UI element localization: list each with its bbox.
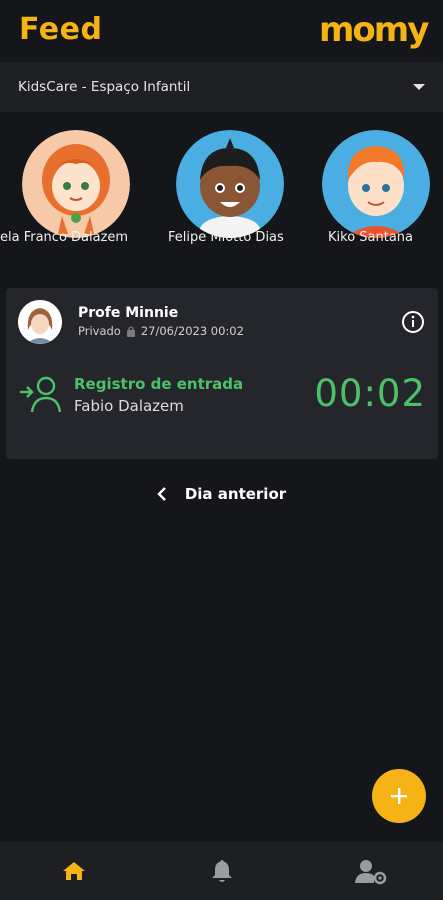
child-avatar (322, 130, 430, 238)
bottom-navigation (0, 842, 443, 900)
children-carousel[interactable]: ela Franco Dalazem Felipe Miotto Dias Ki… (0, 112, 443, 282)
plus-icon (391, 788, 407, 804)
event-person: Fabio Dalazem (74, 397, 184, 415)
event-title: Registro de entrada (74, 375, 244, 393)
post-visibility: Privado (78, 324, 121, 338)
child-card[interactable] (176, 130, 284, 244)
child-card[interactable] (322, 130, 430, 242)
child-name: Felipe Miotto Dias (168, 230, 284, 245)
lock-icon (126, 326, 135, 337)
child-avatar (176, 130, 284, 244)
add-post-button[interactable] (372, 769, 426, 823)
post-timestamp: 27/06/2023 00:02 (140, 324, 244, 338)
previous-day-label: Dia anterior (184, 485, 287, 503)
post-author: Profe Minnie (78, 305, 179, 321)
momy-logo: momy (319, 10, 429, 50)
bell-icon[interactable] (208, 857, 236, 885)
home-icon[interactable] (60, 857, 88, 885)
child-avatar (22, 130, 130, 238)
child-name: ela Franco Dalazem (0, 230, 129, 245)
author-avatar (18, 300, 62, 344)
child-card[interactable] (22, 130, 130, 242)
child-name: Kiko Santana (328, 230, 414, 245)
feed-post-card[interactable]: Profe Minnie Privado 27/06/2023 00:02 Re… (6, 288, 438, 459)
info-icon[interactable] (401, 310, 425, 334)
svg-text:momy: momy (319, 10, 429, 50)
previous-day-button[interactable]: Dia anterior (0, 478, 443, 510)
dropdown-caret-icon (413, 84, 425, 90)
user-entry-icon (20, 376, 62, 413)
post-meta: Privado 27/06/2023 00:02 (78, 324, 244, 338)
app-header: Feed momy (0, 0, 443, 62)
event-time: 00:02 (314, 372, 426, 415)
school-selector[interactable]: KidsCare - Espaço Infantil (0, 62, 443, 112)
school-selector-value: KidsCare - Espaço Infantil (18, 79, 191, 95)
page-title: Feed (19, 12, 103, 47)
user-settings-icon[interactable] (354, 857, 388, 885)
chevron-left-icon (157, 487, 166, 501)
